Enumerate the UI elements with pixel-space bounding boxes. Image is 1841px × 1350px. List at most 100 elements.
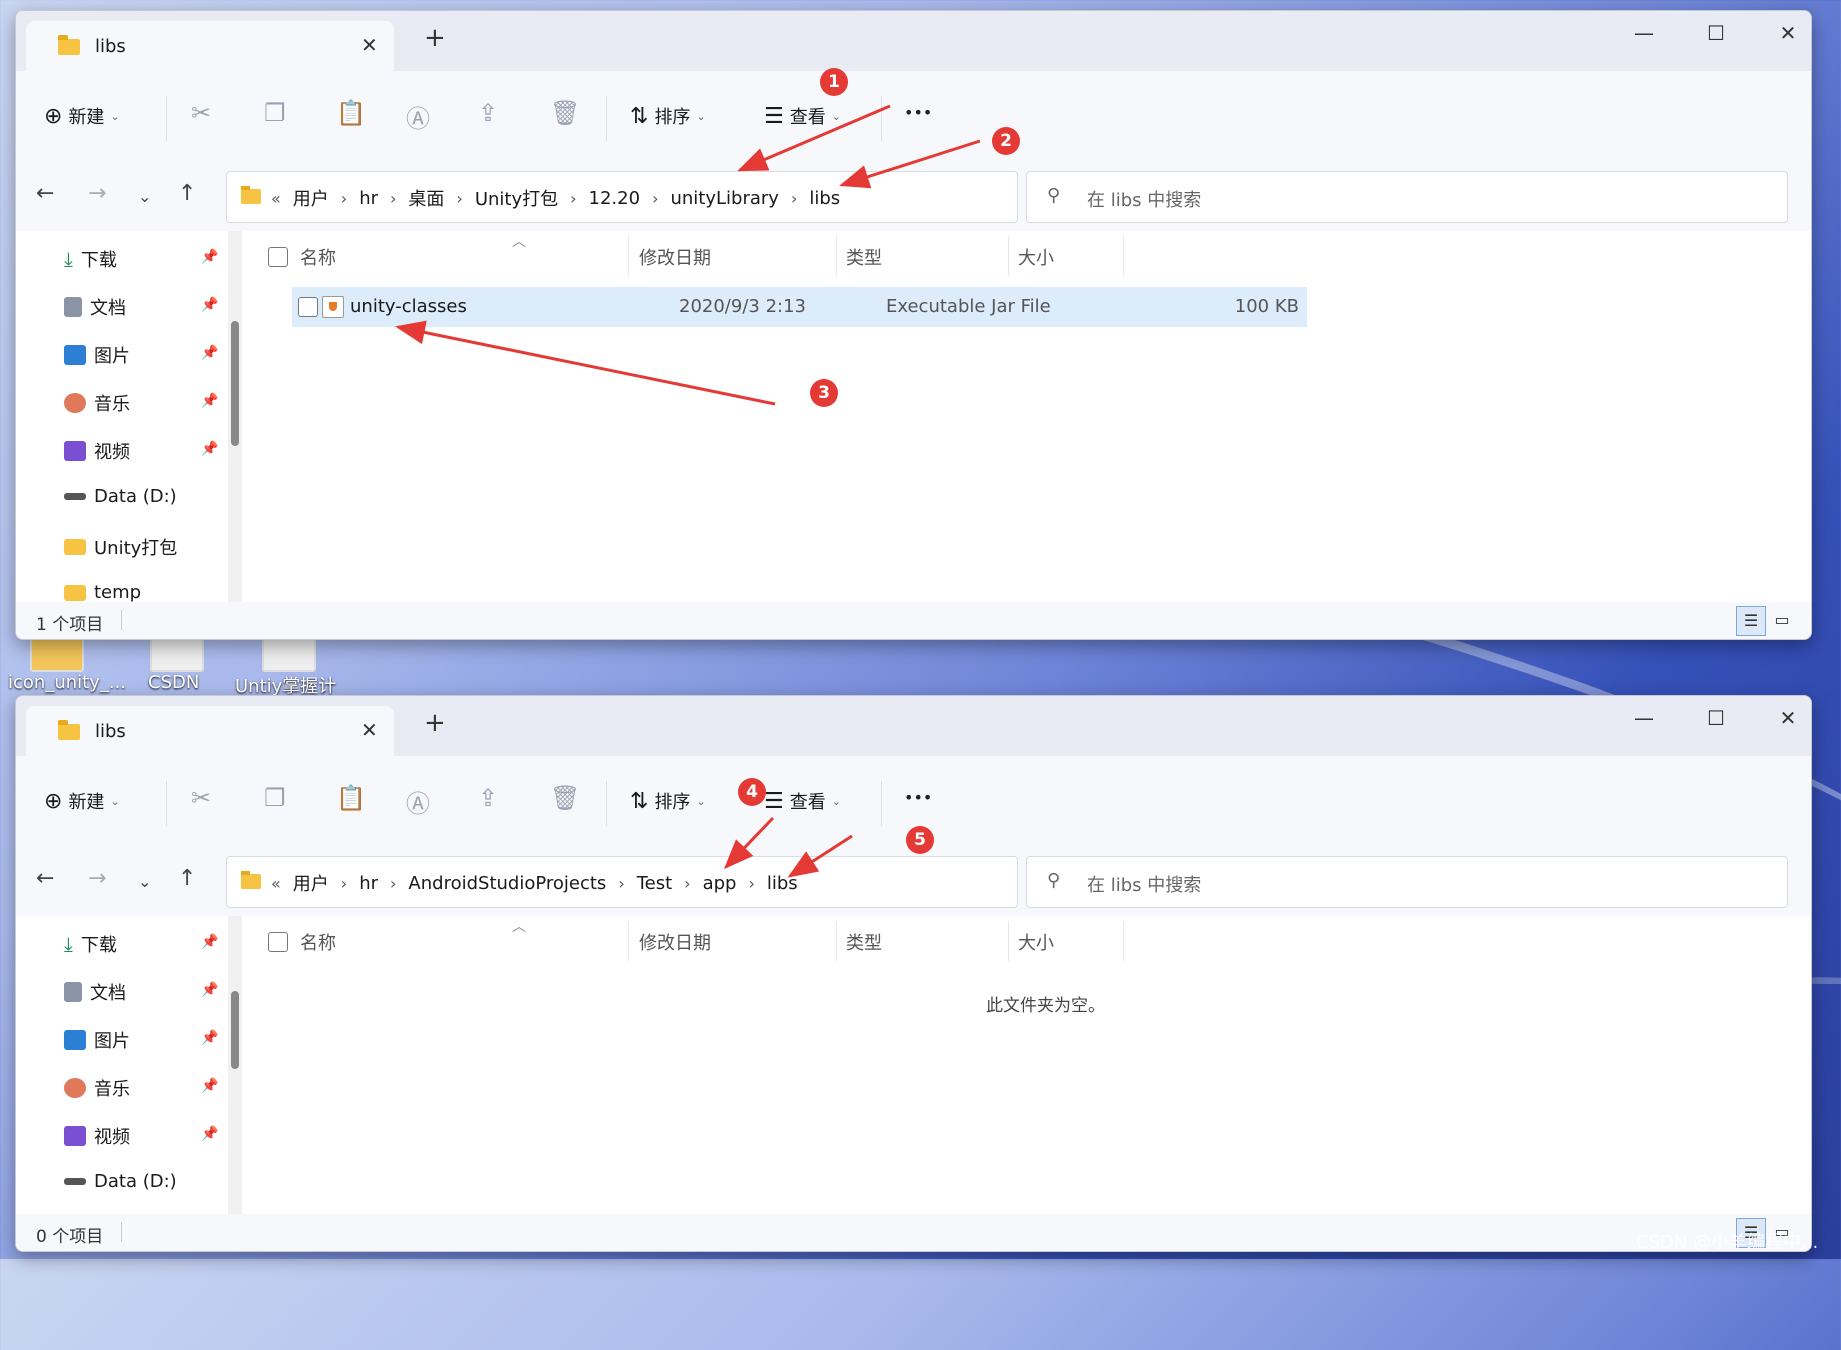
new-button[interactable]: ⊕ 新建 ⌄ (44, 788, 120, 814)
delete-icon[interactable]: 🗑 (550, 784, 580, 812)
column-header-size[interactable]: 大小 (1018, 929, 1054, 955)
pin-icon[interactable]: 📌 (201, 934, 218, 950)
pin-icon[interactable]: 📌 (201, 393, 218, 409)
breadcrumb-item[interactable]: Test (637, 873, 672, 894)
more-options-button[interactable]: ••• (904, 103, 932, 122)
minimize-button[interactable]: — (1624, 21, 1664, 45)
sidebar-item-pictures[interactable]: 图片 (64, 1027, 130, 1053)
maximize-button[interactable]: ☐ (1696, 21, 1736, 45)
sidebar-scrollbar-thumb[interactable] (231, 321, 239, 446)
sidebar-item-documents[interactable]: 文档 (64, 294, 126, 320)
details-view-button[interactable]: ☰ (1736, 606, 1766, 636)
sidebar-item-downloads[interactable]: ⤓ 下载 (64, 246, 117, 272)
breadcrumb-item[interactable]: hr (359, 188, 378, 209)
breadcrumb-item[interactable]: hr (359, 873, 378, 894)
minimize-button[interactable]: — (1624, 706, 1664, 730)
copy-icon[interactable]: ❐ (264, 784, 286, 812)
close-window-button[interactable]: ✕ (1768, 706, 1808, 730)
column-header-name[interactable]: 名称 (300, 929, 336, 955)
new-button[interactable]: ⊕ 新建 ⌄ (44, 103, 120, 129)
pin-icon[interactable]: 📌 (201, 297, 218, 313)
breadcrumb-item[interactable]: AndroidStudioProjects (408, 873, 606, 894)
pin-icon[interactable]: 📌 (201, 1030, 218, 1046)
chevron-right-icon[interactable]: › (456, 189, 462, 208)
delete-icon[interactable]: 🗑 (550, 99, 580, 127)
up-arrow-icon[interactable]: ↑ (178, 181, 196, 206)
address-bar[interactable]: « 用户 › hr › AndroidStudioProjects › Test › a… (226, 856, 1205, 908)
more-options-button[interactable]: ••• (904, 788, 932, 807)
pin-icon[interactable]: 📌 (201, 249, 218, 265)
pin-icon[interactable]: 📌 (201, 345, 218, 361)
up-arrow-icon[interactable]: ↑ (178, 866, 196, 891)
sidebar-item-documents[interactable]: 文档 (64, 979, 126, 1005)
sidebar-scrollbar-thumb[interactable] (231, 991, 239, 1069)
copy-icon[interactable]: ❐ (264, 99, 286, 127)
chevron-right-icon[interactable]: › (652, 189, 658, 208)
chevron-right-icon[interactable]: › (341, 189, 347, 208)
sidebar-item-unity-folder[interactable]: Unity打包 (64, 534, 177, 560)
sidebar-item-pictures[interactable]: 图片 (64, 342, 130, 368)
sidebar-item-downloads[interactable]: ⤓ 下载 (64, 931, 117, 957)
select-all-checkbox[interactable] (268, 932, 288, 952)
chevron-right-icon[interactable]: › (684, 874, 690, 893)
column-header-type[interactable]: 类型 (846, 929, 882, 955)
rename-icon[interactable]: Ⓐ (406, 99, 430, 134)
recent-locations-chevron-icon[interactable]: ⌄ (138, 872, 151, 891)
column-header-date[interactable]: 修改日期 (639, 244, 711, 270)
sidebar-item-music[interactable]: 音乐 (64, 390, 130, 416)
sidebar-item-videos[interactable]: 视频 (64, 438, 130, 464)
chevron-right-icon[interactable]: › (570, 189, 576, 208)
desktop-icon-label[interactable]: icon_unity_... (8, 672, 126, 693)
breadcrumb-item[interactable]: 桌面 (408, 185, 444, 211)
chevron-right-icon[interactable]: › (390, 874, 396, 893)
pin-icon[interactable]: 📌 (201, 441, 218, 457)
back-arrow-icon[interactable]: ← (36, 866, 54, 891)
sidebar-item-music[interactable]: 音乐 (64, 1075, 130, 1101)
chevron-right-icon[interactable]: › (791, 189, 797, 208)
select-all-checkbox[interactable] (268, 247, 288, 267)
back-arrow-icon[interactable]: ← (36, 181, 54, 206)
chevron-right-icon[interactable]: › (618, 874, 624, 893)
cut-icon[interactable]: ✂ (191, 784, 211, 812)
new-tab-button[interactable]: + (424, 708, 446, 738)
sort-button[interactable]: ⇅ 排序 ⌄ (630, 788, 706, 814)
paste-icon[interactable]: 📋 (336, 99, 366, 127)
overflow-chevron-icon[interactable]: « (271, 189, 281, 208)
sidebar-item-temp[interactable]: temp (64, 582, 141, 603)
close-tab-icon[interactable]: ✕ (361, 718, 378, 742)
row-checkbox[interactable] (298, 297, 318, 317)
overflow-chevron-icon[interactable]: « (271, 874, 281, 893)
new-tab-button[interactable]: + (424, 23, 446, 53)
sidebar-item-data-drive[interactable]: Data (D:) (64, 486, 177, 507)
cut-icon[interactable]: ✂ (191, 99, 211, 127)
close-window-button[interactable]: ✕ (1768, 21, 1808, 45)
share-icon[interactable]: ⇪ (478, 99, 498, 127)
search-box[interactable]: ⚲ 在 libs 中搜索 (1026, 171, 1788, 223)
view-button[interactable]: ☰ 查看 ⌄ (764, 103, 841, 129)
breadcrumb-item[interactable]: libs (809, 188, 840, 209)
pin-icon[interactable]: 📌 (201, 1078, 218, 1094)
breadcrumb-item[interactable]: 12.20 (589, 188, 641, 209)
sort-button[interactable]: ⇅ 排序 ⌄ (630, 103, 706, 129)
pin-icon[interactable]: 📌 (201, 1126, 218, 1142)
breadcrumb-item[interactable]: 用户 (293, 185, 329, 211)
breadcrumb-item[interactable]: 用户 (293, 870, 329, 896)
breadcrumb-item[interactable]: app (703, 873, 737, 894)
address-bar[interactable]: « 用户 › hr › 桌面 › Unity打包 › 12.20 › unityLibra… (226, 171, 1205, 223)
recent-locations-chevron-icon[interactable]: ⌄ (138, 187, 151, 206)
sidebar-item-videos[interactable]: 视频 (64, 1123, 130, 1149)
search-box[interactable]: ⚲ 在 libs 中搜索 (1026, 856, 1788, 908)
pin-icon[interactable]: 📌 (201, 982, 218, 998)
paste-icon[interactable]: 📋 (336, 784, 366, 812)
forward-arrow-icon[interactable]: → (88, 181, 106, 206)
chevron-right-icon[interactable]: › (341, 874, 347, 893)
desktop-icon-label[interactable]: CSDN (148, 672, 199, 693)
share-icon[interactable]: ⇪ (478, 784, 498, 812)
chevron-right-icon[interactable]: › (748, 874, 754, 893)
breadcrumb-item[interactable]: libs (767, 873, 798, 894)
column-header-date[interactable]: 修改日期 (639, 929, 711, 955)
sidebar-item-data-drive[interactable]: Data (D:) (64, 1171, 177, 1192)
column-header-name[interactable]: 名称 (300, 244, 336, 270)
tab-libs[interactable]: libs ✕ (26, 21, 394, 71)
column-header-type[interactable]: 类型 (846, 244, 882, 270)
